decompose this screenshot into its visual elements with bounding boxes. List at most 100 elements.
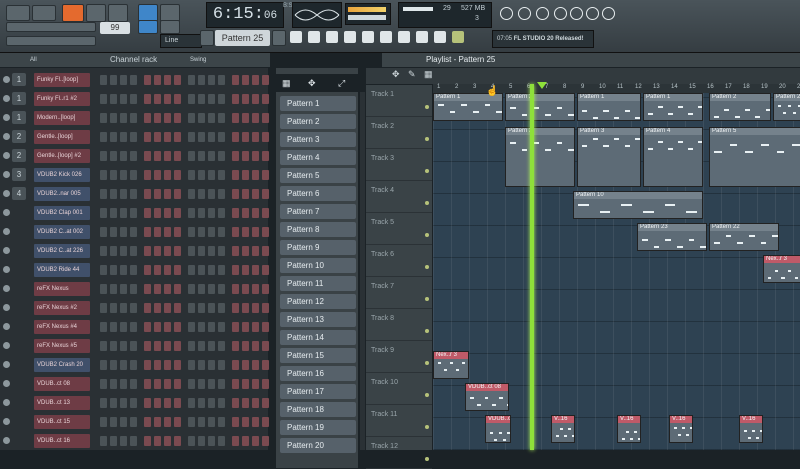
step-button[interactable]	[174, 132, 181, 142]
step-button[interactable]	[144, 360, 151, 370]
track-header[interactable]: Track 7	[366, 277, 432, 309]
step-button[interactable]	[208, 132, 215, 142]
step-button[interactable]	[120, 341, 127, 351]
channel-name-button[interactable]: VDUB..ct 13	[34, 396, 90, 410]
step-button[interactable]	[208, 360, 215, 370]
undo-icon[interactable]	[500, 7, 513, 20]
step-button[interactable]	[262, 75, 269, 85]
step-button[interactable]	[154, 322, 161, 332]
channel-number[interactable]	[12, 320, 26, 333]
step-button[interactable]	[164, 170, 171, 180]
step-button[interactable]	[164, 246, 171, 256]
playlist-clip[interactable]: Pattern 2	[773, 93, 800, 121]
step-button[interactable]	[218, 227, 225, 237]
step-button[interactable]	[174, 303, 181, 313]
playlist-clip[interactable]: Pattern 2	[505, 93, 575, 121]
step-button[interactable]	[110, 436, 117, 446]
playlist-snap-icon[interactable]: ✥	[392, 69, 400, 80]
step-button[interactable]	[188, 151, 195, 161]
step-button[interactable]	[188, 132, 195, 142]
channel-number[interactable]	[12, 282, 26, 295]
step-button[interactable]	[208, 94, 215, 104]
step-button[interactable]	[262, 322, 269, 332]
channel-row[interactable]: 1 Modern..[loop]	[0, 110, 269, 127]
playlist-clip[interactable]: Pattern 22	[709, 223, 779, 251]
step-button[interactable]	[144, 322, 151, 332]
step-button[interactable]	[144, 303, 151, 313]
channel-number[interactable]	[12, 263, 26, 276]
step-button[interactable]	[174, 151, 181, 161]
playlist-clip[interactable]: Nex..r 3	[763, 255, 800, 283]
track-led-icon[interactable]	[425, 361, 429, 365]
playlist-clip[interactable]: V..16	[739, 415, 763, 443]
step-button[interactable]	[242, 341, 249, 351]
step-button[interactable]	[110, 246, 117, 256]
step-button[interactable]	[130, 341, 137, 351]
playlist-clip[interactable]: Pattern 23	[637, 223, 707, 251]
step-button[interactable]	[144, 284, 151, 294]
channel-name-button[interactable]: Funky Fl..[loop]	[34, 73, 90, 87]
step-button[interactable]	[144, 398, 151, 408]
step-button[interactable]	[130, 284, 137, 294]
channel-pan-knob[interactable]	[3, 418, 10, 425]
step-button[interactable]	[100, 75, 107, 85]
step-button[interactable]	[188, 398, 195, 408]
track-led-icon[interactable]	[425, 265, 429, 269]
step-button[interactable]	[262, 360, 269, 370]
step-button[interactable]	[232, 246, 239, 256]
step-button[interactable]	[110, 227, 117, 237]
step-button[interactable]	[218, 132, 225, 142]
channel-number[interactable]	[12, 415, 26, 428]
step-button[interactable]	[164, 322, 171, 332]
track-led-icon[interactable]	[425, 233, 429, 237]
step-button[interactable]	[262, 398, 269, 408]
step-button[interactable]	[232, 341, 239, 351]
track-header[interactable]: Track 4	[366, 181, 432, 213]
step-button[interactable]	[218, 94, 225, 104]
channel-row[interactable]: 2 Gentle..[loop]	[0, 129, 269, 146]
step-button[interactable]	[144, 265, 151, 275]
step-button[interactable]	[100, 151, 107, 161]
step-button[interactable]	[242, 417, 249, 427]
step-button[interactable]	[144, 94, 151, 104]
step-button[interactable]	[154, 132, 161, 142]
step-button[interactable]	[154, 151, 161, 161]
step-button[interactable]	[144, 208, 151, 218]
track-led-icon[interactable]	[425, 169, 429, 173]
channel-name-button[interactable]: VDUB2 C..at 002	[34, 225, 90, 239]
step-button[interactable]	[164, 227, 171, 237]
track-header[interactable]: Track 5	[366, 213, 432, 245]
step-button[interactable]	[232, 398, 239, 408]
step-button[interactable]	[130, 265, 137, 275]
step-button[interactable]	[144, 246, 151, 256]
step-button[interactable]	[242, 75, 249, 85]
step-button[interactable]	[164, 360, 171, 370]
channel-row[interactable]: VDUB2 Ride 44	[0, 262, 269, 279]
step-button[interactable]	[144, 341, 151, 351]
help-icon[interactable]	[570, 7, 583, 20]
channel-number[interactable]	[12, 301, 26, 314]
step-button[interactable]	[110, 379, 117, 389]
step-button[interactable]	[174, 94, 181, 104]
step-button[interactable]	[198, 284, 205, 294]
channel-name-button[interactable]: reFX Nexus #5	[34, 339, 90, 353]
step-button[interactable]	[120, 227, 127, 237]
channel-row[interactable]: VDUB..ct 15	[0, 414, 269, 431]
step-button[interactable]	[144, 151, 151, 161]
step-button[interactable]	[174, 189, 181, 199]
track-led-icon[interactable]	[425, 105, 429, 109]
step-button[interactable]	[164, 151, 171, 161]
step-button[interactable]	[262, 341, 269, 351]
step-button[interactable]	[188, 341, 195, 351]
step-button[interactable]	[188, 189, 195, 199]
step-button[interactable]	[164, 75, 171, 85]
step-button[interactable]	[218, 341, 225, 351]
step-button[interactable]	[144, 170, 151, 180]
step-button[interactable]	[242, 284, 249, 294]
piano-roll-icon[interactable]	[308, 31, 320, 43]
track-header[interactable]: Track 8	[366, 309, 432, 341]
step-button[interactable]	[232, 360, 239, 370]
step-button[interactable]	[232, 75, 239, 85]
step-button[interactable]	[232, 151, 239, 161]
step-button[interactable]	[120, 246, 127, 256]
